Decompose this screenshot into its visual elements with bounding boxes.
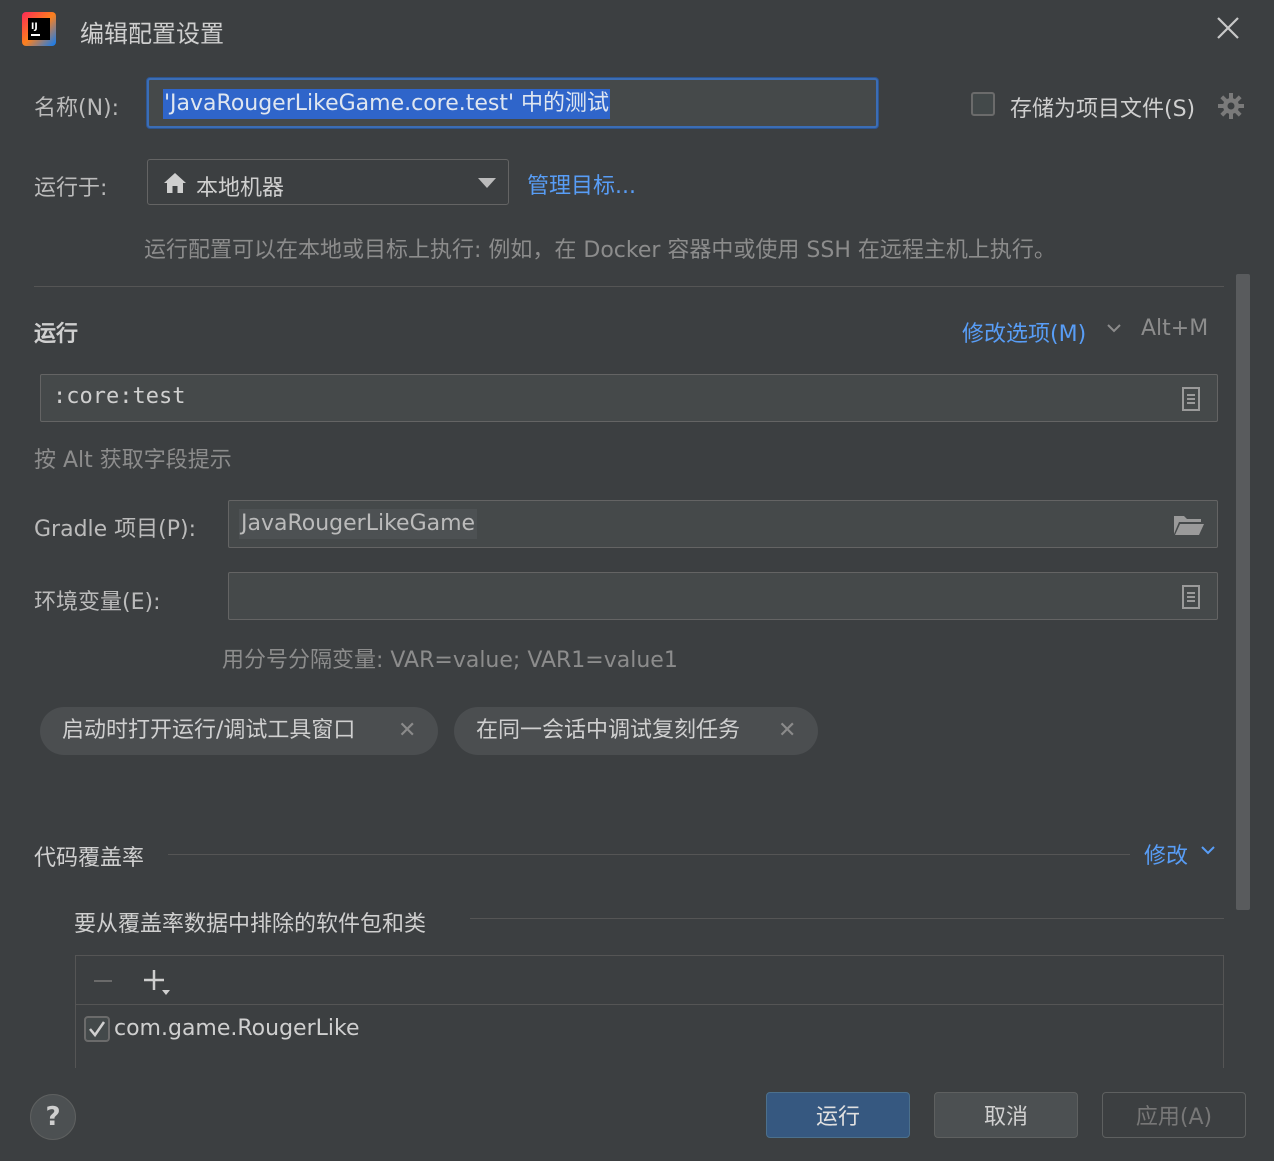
vertical-scrollbar[interactable] (1236, 274, 1250, 910)
name-label: 名称(N): (34, 96, 120, 121)
env-vars-input[interactable] (228, 572, 1218, 620)
name-input[interactable]: 'JavaRougerLikeGame.core.test' 中的测试 (147, 78, 878, 128)
name-input-selected-text: 'JavaRougerLikeGame.core.test' 中的测试 (163, 89, 611, 119)
option-chip-debug-forked-tasks[interactable]: 在同一会话中调试复刻任务 ✕ (454, 707, 818, 755)
checkbox-checked-icon[interactable] (84, 1016, 110, 1042)
cancel-button[interactable]: 取消 (934, 1092, 1078, 1138)
gradle-project-input[interactable]: JavaRougerLikeGame (228, 500, 1218, 548)
chip-label: 在同一会话中调试复刻任务 (476, 718, 741, 743)
folder-icon[interactable] (1173, 513, 1205, 537)
expand-text-icon[interactable] (1181, 387, 1201, 411)
coverage-modify-link[interactable]: 修改 (1144, 838, 1188, 870)
list-item[interactable]: com.game.RougerLike (76, 1006, 1223, 1054)
chip-label: 启动时打开运行/调试工具窗口 (62, 718, 356, 743)
env-vars-hint: 用分号分隔变量: VAR=value; VAR1=value1 (222, 648, 678, 673)
run-section-title: 运行 (34, 322, 79, 347)
tasks-value: :core:test (53, 384, 186, 409)
store-as-project-file-checkbox[interactable] (971, 92, 995, 116)
divider (168, 854, 1130, 855)
divider (34, 286, 1224, 287)
exclude-packages-title: 要从覆盖率数据中排除的软件包和类 (74, 912, 427, 937)
expand-text-icon[interactable] (1181, 585, 1201, 609)
list-item-label: com.game.RougerLike (114, 1016, 360, 1041)
close-icon[interactable] (1212, 12, 1244, 44)
home-icon (164, 173, 186, 193)
apply-button[interactable]: 应用(A) (1102, 1092, 1246, 1138)
manage-targets-link[interactable]: 管理目标... (527, 168, 636, 200)
run-on-value: 本地机器 (196, 176, 285, 201)
run-button[interactable]: 运行 (766, 1092, 910, 1138)
gear-icon[interactable] (1217, 92, 1245, 120)
chevron-down-icon (478, 178, 496, 188)
exclude-packages-list: com.game.RougerLike (75, 955, 1224, 1080)
modify-options-link[interactable]: 修改选项(M) (962, 316, 1086, 348)
divider (470, 918, 1224, 919)
svg-text:IJ: IJ (31, 22, 38, 32)
add-icon[interactable] (142, 968, 172, 998)
chevron-down-icon[interactable] (1200, 844, 1216, 856)
help-button[interactable]: ? (30, 1094, 76, 1140)
run-on-hint: 运行配置可以在本地或目标上执行: 例如，在 Docker 容器中或使用 SSH … (144, 238, 1056, 263)
chevron-down-icon[interactable] (1106, 322, 1122, 334)
remove-chip-icon[interactable]: ✕ (398, 707, 416, 755)
run-on-combobox[interactable]: 本地机器 (147, 159, 509, 205)
env-vars-label: 环境变量(E): (34, 590, 161, 615)
alt-hint: 按 Alt 获取字段提示 (34, 448, 232, 473)
intellij-logo-icon: IJ (22, 12, 56, 46)
button-bar (0, 1068, 1274, 1161)
tasks-input[interactable]: :core:test (40, 374, 1218, 422)
option-chip-open-tool-window[interactable]: 启动时打开运行/调试工具窗口 ✕ (40, 707, 438, 755)
window-title: 编辑配置设置 (80, 20, 224, 48)
title-bar: IJ 编辑配置设置 (0, 0, 1274, 60)
toolbar-divider (76, 1004, 1223, 1005)
minus-icon[interactable] (92, 972, 114, 990)
gradle-project-label: Gradle 项目(P): (34, 517, 197, 542)
modify-options-shortcut: Alt+M (1141, 316, 1209, 341)
run-on-label: 运行于: (34, 176, 108, 201)
coverage-section-title: 代码覆盖率 (34, 846, 145, 871)
gradle-project-value: JavaRougerLikeGame (239, 509, 478, 539)
remove-chip-icon[interactable]: ✕ (778, 707, 796, 755)
store-as-project-file-label: 存储为项目文件(S) (1010, 97, 1196, 122)
